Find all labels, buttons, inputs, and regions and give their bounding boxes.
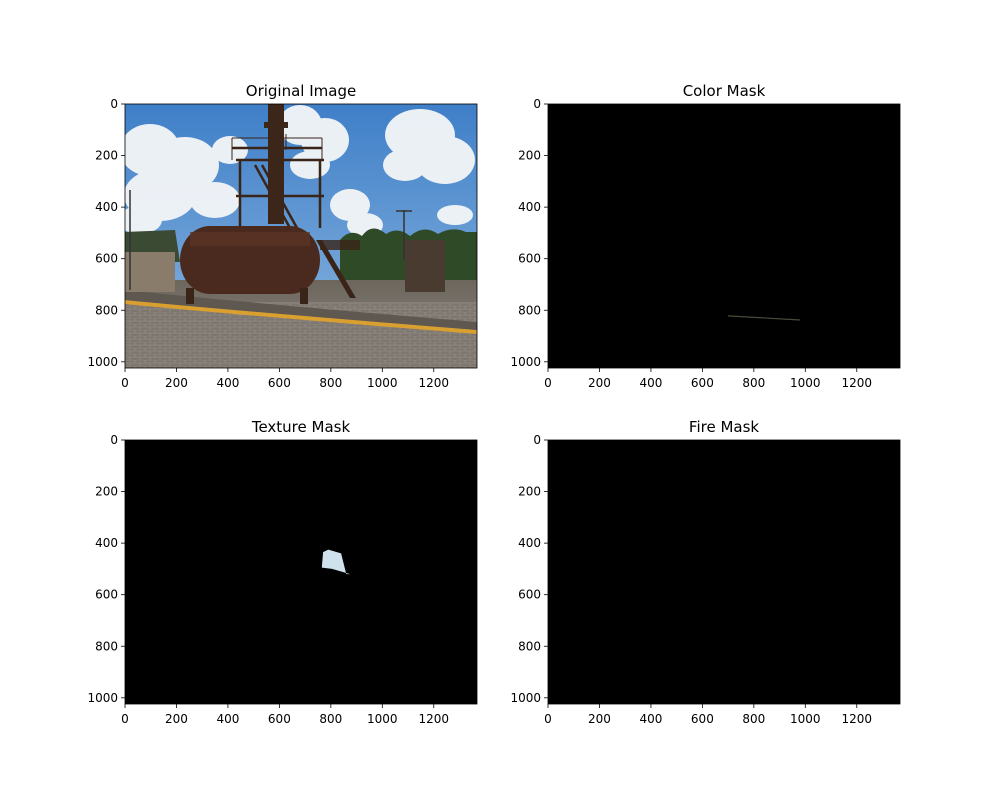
x-tick-label: 600 — [691, 712, 714, 726]
x-axis: 0 200 400 600 800 1000 1200 — [544, 704, 872, 726]
y-tick-label: 1000 — [87, 691, 118, 705]
y-axis: 0 200 400 600 800 1000 — [87, 433, 125, 705]
x-tick-label: 1000 — [367, 376, 398, 390]
y-tick-label: 400 — [518, 200, 541, 214]
y-tick-label: 800 — [518, 303, 541, 317]
y-tick-label: 1000 — [510, 691, 541, 705]
x-tick-label: 800 — [319, 376, 342, 390]
y-tick-label: 600 — [95, 252, 118, 266]
y-tick-label: 600 — [518, 252, 541, 266]
x-tick-label: 1000 — [790, 376, 821, 390]
mask-image — [548, 440, 900, 704]
subplot-color-mask: Color Mask 0 200 400 600 800 1000 1200 0 200 400… — [510, 82, 901, 390]
x-tick-label: 1200 — [841, 712, 872, 726]
subplot-title: Texture Mask — [251, 418, 351, 436]
y-tick-label: 600 — [95, 588, 118, 602]
photo-image — [125, 104, 477, 368]
x-tick-label: 0 — [121, 376, 129, 390]
x-tick-label: 600 — [691, 376, 714, 390]
x-axis: 0 200 400 600 800 1000 1200 — [121, 704, 449, 726]
x-axis: 0 200 400 600 800 1000 1200 — [121, 368, 449, 390]
x-tick-label: 200 — [588, 712, 611, 726]
subplot-title: Original Image — [246, 82, 356, 100]
x-tick-label: 1000 — [790, 712, 821, 726]
x-tick-label: 800 — [742, 376, 765, 390]
y-tick-label: 1000 — [510, 355, 541, 369]
figure: Original Image 0 200 400 600 800 1000 12… — [87, 82, 901, 726]
y-tick-label: 0 — [533, 97, 541, 111]
y-tick-label: 400 — [95, 536, 118, 550]
x-tick-label: 1200 — [418, 712, 449, 726]
x-tick-label: 400 — [216, 376, 239, 390]
x-tick-label: 1000 — [367, 712, 398, 726]
x-tick-label: 1200 — [841, 376, 872, 390]
subplot-fire-mask: Fire Mask 0 200 400 600 800 1000 1200 0 200 400 6… — [510, 418, 901, 726]
x-tick-label: 0 — [544, 376, 552, 390]
y-axis: 0 200 400 600 800 1000 — [510, 433, 548, 705]
x-tick-label: 800 — [319, 712, 342, 726]
subplot-texture-mask: Texture Mask 0 200 400 600 800 1000 1200 0 200 4… — [87, 418, 478, 726]
y-tick-label: 800 — [95, 303, 118, 317]
x-axis: 0 200 400 600 800 1000 1200 — [544, 368, 872, 390]
x-tick-label: 0 — [121, 712, 129, 726]
x-tick-label: 200 — [588, 376, 611, 390]
y-tick-label: 0 — [110, 97, 118, 111]
x-tick-label: 400 — [639, 376, 662, 390]
y-axis: 0 200 400 600 800 1000 — [510, 97, 548, 369]
y-tick-label: 600 — [518, 588, 541, 602]
subplot-title: Color Mask — [683, 82, 766, 100]
x-tick-label: 400 — [639, 712, 662, 726]
x-tick-label: 400 — [216, 712, 239, 726]
y-tick-label: 200 — [518, 485, 541, 499]
y-tick-label: 1000 — [87, 355, 118, 369]
y-tick-label: 200 — [518, 149, 541, 163]
y-tick-label: 400 — [518, 536, 541, 550]
subplot-original-image: Original Image 0 200 400 600 800 1000 12… — [87, 82, 478, 390]
x-tick-label: 200 — [165, 376, 188, 390]
x-tick-label: 800 — [742, 712, 765, 726]
subplot-title: Fire Mask — [689, 418, 759, 436]
y-tick-label: 400 — [95, 200, 118, 214]
y-tick-label: 800 — [95, 639, 118, 653]
y-tick-label: 0 — [110, 433, 118, 447]
x-tick-label: 1200 — [418, 376, 449, 390]
y-tick-label: 800 — [518, 639, 541, 653]
y-tick-label: 200 — [95, 149, 118, 163]
x-tick-label: 200 — [165, 712, 188, 726]
y-tick-label: 200 — [95, 485, 118, 499]
x-tick-label: 600 — [268, 376, 291, 390]
y-tick-label: 0 — [533, 433, 541, 447]
mask-image — [548, 104, 900, 368]
x-tick-label: 600 — [268, 712, 291, 726]
mask-image — [125, 440, 477, 704]
y-axis: 0 200 400 600 800 1000 — [87, 97, 125, 369]
x-tick-label: 0 — [544, 712, 552, 726]
